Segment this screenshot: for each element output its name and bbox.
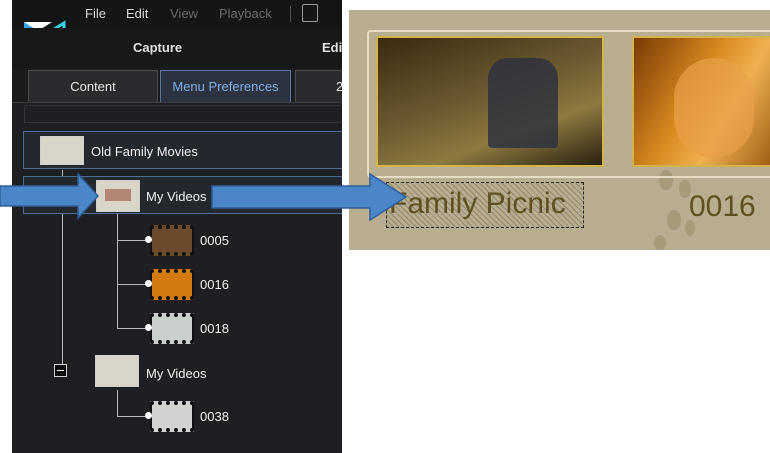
tab-bar: Content Menu Preferences 2: [12, 68, 342, 102]
tab-content[interactable]: Content: [28, 70, 158, 102]
menu-separator: [290, 6, 291, 22]
tree-item-0018[interactable]: 0018: [200, 321, 229, 336]
menu-preview: Family Picnic 0016: [349, 10, 770, 250]
tree-node-dot: [145, 324, 152, 331]
app-window: File Edit View Playback Capture Edi Cont…: [12, 0, 342, 453]
video-thumbnail-0038[interactable]: [150, 401, 194, 432]
tree-item-0038[interactable]: 0038: [200, 409, 229, 424]
mode-capture[interactable]: Capture: [133, 40, 182, 55]
tree-line-folder1: [117, 213, 118, 328]
tree-item-old-family-movies[interactable]: Old Family Movies: [23, 131, 342, 169]
tree-line-folder2: [117, 390, 118, 416]
thumbnail: [96, 180, 140, 212]
folder-thumbnail[interactable]: [95, 355, 139, 387]
annotation-arrow-right-icon: [211, 172, 408, 222]
title-family-picnic[interactable]: Family Picnic: [386, 182, 584, 228]
menu-playback[interactable]: Playback: [219, 6, 272, 21]
tree-node-dot: [145, 412, 152, 419]
collapse-toggle-icon[interactable]: [54, 364, 67, 377]
video-thumbnail-0016[interactable]: [150, 269, 194, 300]
annotation-arrow-left-icon: [0, 172, 100, 220]
tree-header: [24, 105, 342, 123]
thumbnail-0016[interactable]: [632, 36, 770, 167]
tab-third[interactable]: 2: [295, 70, 342, 102]
tree-item-0016[interactable]: 0016: [200, 277, 229, 292]
tree-item-label: Old Family Movies: [91, 144, 198, 159]
tree-item-0005[interactable]: 0005: [200, 233, 229, 248]
thumbnail: [40, 136, 84, 165]
video-thumbnail-0018[interactable]: [150, 313, 194, 344]
mode-edit[interactable]: Edi: [322, 40, 342, 55]
mode-bar: Capture Edi: [12, 28, 342, 68]
title-0016[interactable]: 0016: [689, 190, 756, 224]
menu-file[interactable]: File: [85, 6, 106, 21]
decoration: [667, 210, 681, 230]
menu-view[interactable]: View: [170, 6, 198, 21]
menu-edit[interactable]: Edit: [126, 6, 148, 21]
tree-node-dot: [145, 280, 152, 287]
decoration: [654, 235, 666, 250]
save-icon[interactable]: [302, 4, 318, 22]
tab-menu-preferences[interactable]: Menu Preferences: [160, 70, 291, 102]
tree-item-label: My Videos: [146, 189, 207, 204]
tree-node-dot: [145, 236, 152, 243]
tree-item-my-videos-2[interactable]: My Videos: [146, 366, 206, 381]
video-thumbnail-0005[interactable]: [150, 225, 194, 256]
thumbnail-family-picnic[interactable]: [376, 36, 604, 167]
